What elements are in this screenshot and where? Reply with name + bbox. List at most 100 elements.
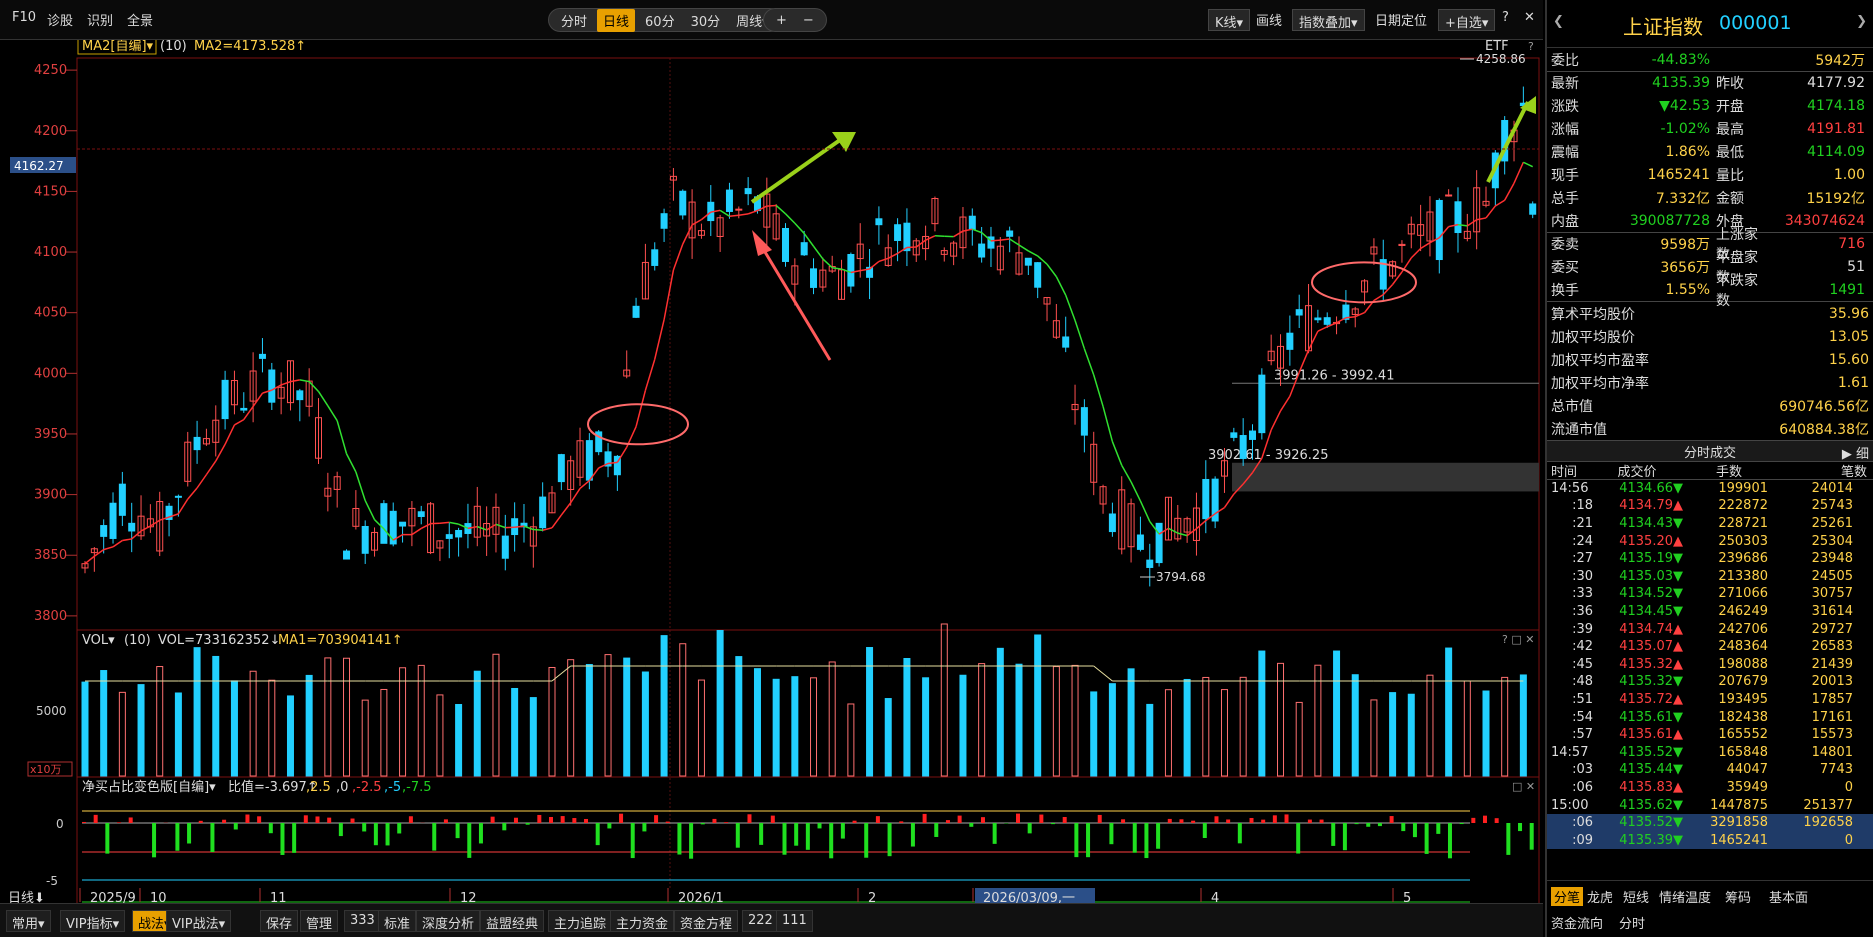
ma-segment (1223, 493, 1235, 508)
bottom-tab[interactable]: 标准 (378, 910, 417, 932)
panel-tab[interactable]: 资金流向 (1551, 913, 1603, 932)
bottom-tab[interactable]: 333 (344, 910, 381, 932)
ma-segment (439, 521, 450, 525)
trade-row[interactable]: 14:56 4134.66▼ 199901 24014 (1547, 480, 1873, 498)
panel-tab[interactable]: 短线 (1623, 887, 1649, 906)
bottom-tab[interactable]: 保存 (260, 910, 299, 932)
ma-segment (887, 252, 898, 259)
bottom-tab[interactable]: 常用▾ (6, 910, 51, 932)
trade-row[interactable]: :27 4135.19▼ 239686 23948 (1547, 550, 1873, 568)
ma-segment (345, 453, 357, 473)
bottom-tab[interactable]: 222 (742, 910, 779, 932)
bottom-tab[interactable]: 管理 (300, 910, 339, 932)
trade-row[interactable]: :36 4134.45▼ 246249 31614 (1547, 603, 1873, 621)
panel-tab[interactable]: 分时 (1619, 913, 1645, 932)
indicator-label[interactable]: MA2[自编]▾ (82, 39, 154, 54)
panel-tab[interactable]: 龙虎 (1587, 887, 1613, 906)
netbuy-bar (595, 823, 600, 846)
panel-tab[interactable]: 分笔 (1551, 887, 1584, 906)
vol-window-controls[interactable]: ? □ ✕ (1502, 633, 1534, 646)
bottom-tab[interactable]: 111 (776, 910, 813, 932)
trade-row[interactable]: :48 4135.32▼ 207679 20013 (1547, 673, 1873, 691)
volume-bar (417, 664, 425, 777)
panel-tab[interactable]: 基本面 (1769, 887, 1808, 906)
x-axis: 日线⬇ 2025/9 10 11 12 2026/1 2 2026/03/09,一 4 5 (8, 888, 1411, 906)
overlay-dropdown[interactable]: 指数叠加▾ (1292, 9, 1365, 31)
trade-volume: 1465241 (1710, 832, 1768, 848)
trade-row[interactable]: :51 4135.72▲ 193495 17857 (1547, 691, 1873, 709)
y-tick-label: 3900 (34, 488, 67, 503)
next-arrow-icon[interactable]: ❯ (1856, 14, 1867, 29)
vol-label[interactable]: VOL▾ (82, 633, 115, 648)
period-tab-active[interactable]: 日线 (597, 8, 636, 32)
volume-bar (529, 697, 537, 777)
netbuy-label[interactable]: 净买占比变色版[自编]▾ (82, 779, 216, 795)
recognize-button[interactable]: 识别 (87, 10, 113, 29)
candle-body (1454, 201, 1462, 234)
f10-button[interactable]: F10 (12, 10, 36, 25)
trade-row[interactable]: :18 4134.79▲ 222872 25743 (1547, 497, 1873, 515)
trade-row[interactable]: :33 4134.52▼ 271066 30757 (1547, 585, 1873, 603)
period-tab[interactable]: 60分 (639, 9, 681, 32)
trade-row[interactable]: :06 4135.83▲ 35949 0 (1547, 779, 1873, 797)
netbuy-bar (327, 817, 332, 823)
trade-row[interactable]: 15:00 4135.62▼ 1447875 251377 (1547, 796, 1873, 814)
x-tick-label: 2026/03/09,一 (983, 891, 1075, 903)
trade-row[interactable]: :57 4135.61▲ 165552 15573 (1547, 726, 1873, 744)
volume-bar (1090, 691, 1098, 777)
prev-arrow-icon[interactable]: ❮ (1553, 14, 1564, 29)
trade-price: 4135.62▼ (1619, 797, 1683, 813)
volume-bar (81, 681, 89, 777)
netbuy-bar (385, 823, 390, 846)
trade-row[interactable]: :45 4135.32▲ 198088 21439 (1547, 656, 1873, 674)
quote-rows: 委比 -44.83% 5942万 最新 4135.39 昨收 4177.92 涨跌 ▼42.53… (1547, 48, 1873, 309)
bottom-tab[interactable]: VIP指标▾ (60, 910, 126, 932)
period-tab[interactable]: 分时 (555, 9, 593, 32)
panel-tab[interactable]: 情绪温度 (1659, 887, 1711, 906)
trade-row[interactable]: :39 4134.74▲ 242706 29727 (1547, 620, 1873, 638)
zoom-out-button[interactable]: − (797, 11, 820, 30)
help-icon[interactable]: ? (1502, 10, 1509, 25)
fullview-button[interactable]: 全景 (127, 10, 153, 29)
bottom-tab[interactable]: VIP战法▾ (166, 910, 232, 932)
stat-value: 35.96 (1828, 305, 1869, 322)
ma-segment (420, 522, 431, 530)
trade-row[interactable]: 14:57 4135.52▼ 165848 14801 (1547, 744, 1873, 762)
period-tab[interactable]: 30分 (685, 9, 727, 32)
watchlist-dropdown[interactable]: +自选▾ (1438, 9, 1496, 31)
trade-count: 251377 (1803, 797, 1853, 813)
chart-area[interactable]: MA2[自编]▾ (10) MA2=4173.528↑ ETF ? 4250 42… (0, 35, 1543, 925)
quote-value: 4135.39 (1652, 75, 1710, 91)
trade-list[interactable]: 14:56 4134.66▼ 199901 24014:18 4134.79▲ 22287… (1547, 480, 1873, 850)
trade-row[interactable]: :42 4135.07▲ 248364 26583 (1547, 638, 1873, 656)
kline-chart[interactable]: MA2[自编]▾ (10) MA2=4173.528↑ ETF ? 425042… (0, 35, 1543, 925)
panel-tab[interactable]: 筹码 (1725, 887, 1751, 906)
trade-row[interactable]: :21 4134.43▼ 228721 25261 (1547, 515, 1873, 533)
close-icon[interactable]: ✕ (1524, 10, 1535, 25)
ma-segment (682, 224, 693, 245)
zoom-in-button[interactable]: + (770, 11, 793, 30)
bottom-tab[interactable]: 主力资金 (610, 910, 675, 932)
netbuy-bar (152, 823, 157, 858)
diagnose-button[interactable]: 诊股 (47, 10, 73, 29)
kline-dropdown[interactable]: K线▾ (1208, 9, 1251, 31)
ma-segment (84, 555, 95, 565)
netbuy-bar (887, 823, 892, 857)
trade-row[interactable]: :03 4135.44▼ 44047 7743 (1547, 761, 1873, 779)
trade-row[interactable]: :09 4135.39▼ 1465241 0 (1547, 831, 1873, 850)
trade-row[interactable]: :30 4135.03▼ 213380 24505 (1547, 568, 1873, 586)
bottom-tab[interactable]: 主力追踪 (548, 910, 613, 932)
period-mode-label[interactable]: 日线⬇ (8, 891, 45, 906)
ma-segment (1279, 395, 1291, 412)
trade-row[interactable]: :54 4135.61▼ 182438 17161 (1547, 708, 1873, 726)
draw-line-button[interactable]: 画线 (1256, 10, 1282, 29)
netbuy-window-controls[interactable]: □ ✕ (1512, 780, 1535, 793)
detail-button[interactable]: ▶ 细 (1842, 443, 1869, 462)
help-icon[interactable]: ? (1528, 40, 1534, 53)
bottom-tab[interactable]: 深度分析 (416, 910, 481, 932)
trade-row[interactable]: :06 4135.52▼ 3291858 192658 (1547, 813, 1873, 832)
date-locate-button[interactable]: 日期定位 (1375, 10, 1427, 29)
trade-row[interactable]: :24 4135.20▲ 250303 25304 (1547, 532, 1873, 550)
bottom-tab[interactable]: 资金方程 (674, 910, 739, 932)
bottom-tab[interactable]: 益盟经典 (480, 910, 545, 932)
